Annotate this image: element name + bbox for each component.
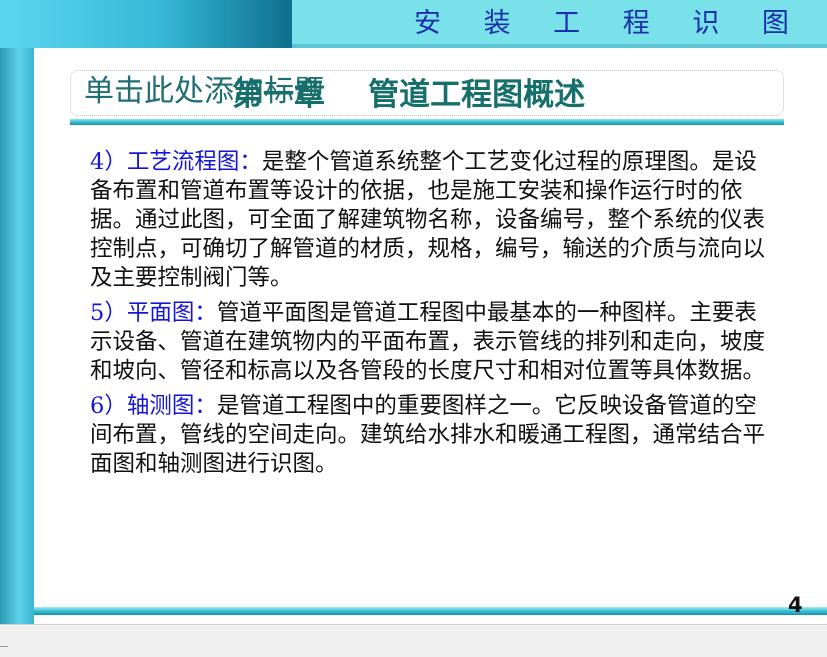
section-label: 6）轴测图： bbox=[90, 393, 217, 419]
page-number: 4 bbox=[788, 593, 803, 617]
status-strip bbox=[0, 624, 827, 657]
header-title: 安 装 工 程 识 图 bbox=[414, 8, 806, 39]
slide-title: 第一章 管道工程图概述 bbox=[232, 77, 586, 113]
header-band-gradient bbox=[0, 0, 292, 48]
left-decor-bar bbox=[0, 0, 34, 624]
section-label: 5）平面图： bbox=[90, 300, 217, 326]
section-flow-diagram: 4）工艺流程图：是整个管道系统整个工艺变化过程的原理图。是设备布置和管道布置等设… bbox=[90, 148, 772, 293]
section-plan-view: 5）平面图：管道平面图是管道工程图中最基本的一种图样。主要表示设备、管道在建筑物… bbox=[90, 299, 772, 386]
footer-line bbox=[34, 607, 827, 615]
title-underline bbox=[70, 119, 784, 125]
section-axonometric-view: 6）轴测图：是管道工程图中的重要图样之一。它反映设备管道的空间布置，管线的空间走… bbox=[90, 392, 772, 479]
section-label: 4）工艺流程图： bbox=[90, 149, 262, 175]
status-tick bbox=[0, 646, 8, 647]
slide: 安 装 工 程 识 图 单击此处添加标题 第一章 管道工程图概述 4）工艺流程图… bbox=[0, 0, 827, 624]
body-text[interactable]: 4）工艺流程图：是整个管道系统整个工艺变化过程的原理图。是设备布置和管道布置等设… bbox=[90, 148, 772, 485]
